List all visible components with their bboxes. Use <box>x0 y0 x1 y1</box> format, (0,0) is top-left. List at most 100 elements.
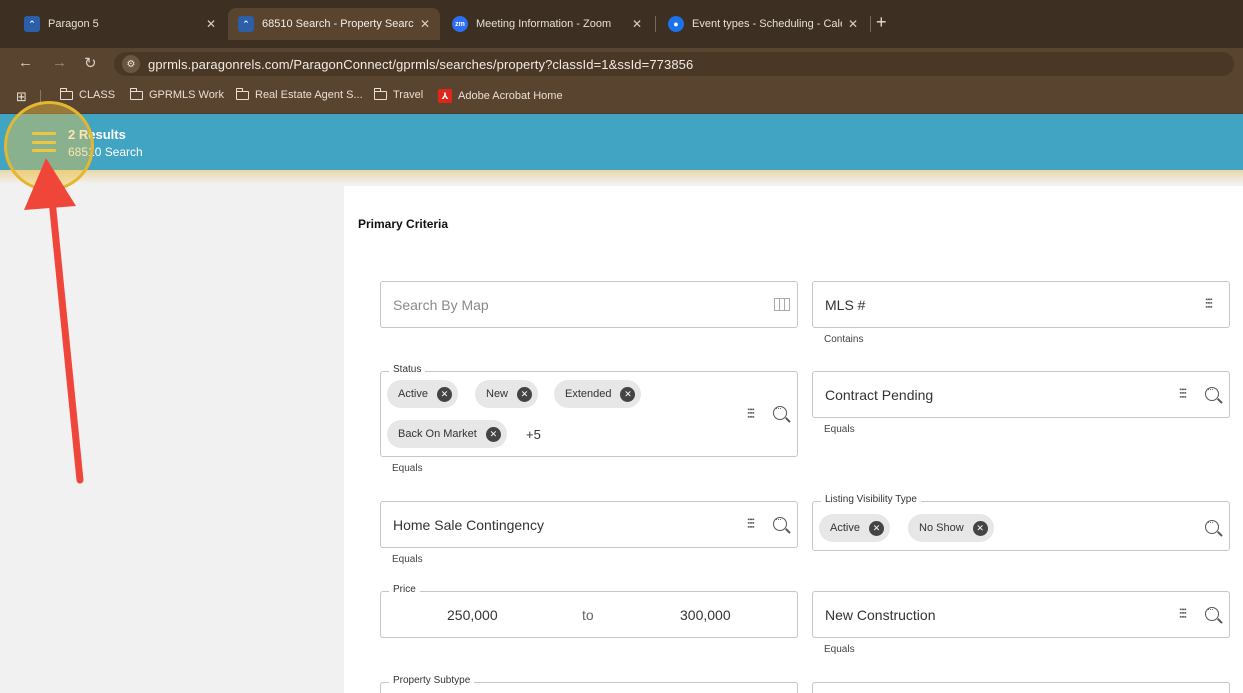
status-chip-active[interactable]: Active ✕ <box>387 380 458 408</box>
tab-title: Event types - Scheduling - Calen <box>692 18 842 30</box>
tab-zoom-meeting[interactable]: zm Meeting Information - Zoom ✕ <box>442 8 652 40</box>
status-chip-new[interactable]: New ✕ <box>475 380 539 408</box>
contract-pending-value: Contract Pending <box>825 387 934 403</box>
folder-icon <box>373 87 387 100</box>
close-icon[interactable]: ✕ <box>632 17 642 31</box>
tab-separator <box>655 16 656 32</box>
tab-separator <box>870 16 871 32</box>
chip-label: Active <box>830 522 860 534</box>
property-subtype-field[interactable]: Property Subtype <box>380 675 798 693</box>
search-by-map-field[interactable]: Search By Map <box>380 281 798 328</box>
url-field[interactable]: ⚙ gprmls.paragonrels.com/ParagonConnect/… <box>114 52 1234 76</box>
remove-chip-icon[interactable]: ✕ <box>485 426 501 442</box>
remove-chip-icon[interactable]: ✕ <box>620 386 636 402</box>
price-separator: to <box>582 607 594 623</box>
remove-chip-icon[interactable]: ✕ <box>517 386 533 402</box>
search-options-icon[interactable] <box>1205 384 1219 404</box>
bookmark-label: Real Estate Agent S... <box>255 89 363 101</box>
bookmark-label: Adobe Acrobat Home <box>458 90 563 102</box>
app-header: 2 Results 68510 Search <box>0 114 1243 174</box>
search-options-icon[interactable] <box>1205 604 1219 624</box>
back-arrow-icon[interactable]: ← <box>18 54 33 71</box>
home-sale-contingency-field[interactable]: Home Sale Contingency ⫶⫶⫶ <box>380 501 798 548</box>
search-criteria-panel: Primary Criteria Search By Map MLS # ⫶⫶⫶… <box>344 186 1243 693</box>
property-subtype-label: Property Subtype <box>389 675 475 686</box>
status-operator: Equals <box>392 463 423 474</box>
address-bar-row: ← → ↻ ⚙ gprmls.paragonrels.com/ParagonCo… <box>0 48 1243 80</box>
header-shadow <box>0 170 1243 184</box>
calendar-icon: ● <box>668 16 684 32</box>
zoom-icon: zm <box>452 16 468 32</box>
close-icon[interactable]: ✕ <box>420 17 430 31</box>
apps-grid-icon[interactable]: ⊞ <box>16 89 27 105</box>
reload-icon[interactable]: ↻ <box>84 54 97 72</box>
sliders-icon[interactable]: ⫶⫶⫶ <box>1205 296 1213 312</box>
price-range-field[interactable]: Price 250,000 to 300,000 <box>380 584 798 638</box>
paragon-icon: ⌃ <box>24 16 40 32</box>
chip-label: Back On Market <box>398 428 477 440</box>
tab-title: 68510 Search - Property Search <box>262 18 414 30</box>
status-more-count[interactable]: +5 <box>526 427 541 442</box>
bookmark-real-estate-agent[interactable]: Real Estate Agent S... <box>235 87 363 101</box>
bookmark-class[interactable]: CLASS <box>59 87 116 101</box>
sliders-icon[interactable]: ⫶⫶⫶ <box>747 406 755 422</box>
tab-event-types[interactable]: ● Event types - Scheduling - Calen ✕ <box>658 8 868 40</box>
forward-arrow-icon[interactable]: → <box>52 54 67 71</box>
tab-title: Paragon 5 <box>48 18 99 30</box>
visibility-chip-active[interactable]: Active ✕ <box>819 514 890 542</box>
url-text: gprmls.paragonrels.com/ParagonConnect/gp… <box>148 56 694 72</box>
mls-number-field[interactable]: MLS # ⫶⫶⫶ <box>812 281 1230 328</box>
bookmarks-bar: ⊞ CLASS GPRMLS Work Real Estate Agent S.… <box>0 80 1243 114</box>
chip-label: No Show <box>919 522 964 534</box>
mls-number-placeholder: MLS # <box>825 297 866 313</box>
bookmark-gprmls-work[interactable]: GPRMLS Work <box>129 87 224 101</box>
price-label: Price <box>389 584 420 595</box>
status-label: Status <box>389 364 426 375</box>
bookmark-label: CLASS <box>79 89 116 101</box>
search-options-icon[interactable] <box>773 514 787 534</box>
search-options-icon[interactable] <box>773 403 787 423</box>
sliders-icon[interactable]: ⫶⫶⫶ <box>1179 386 1187 402</box>
bookmark-label: GPRMLS Work <box>149 89 224 101</box>
folder-icon <box>129 87 143 100</box>
close-icon[interactable]: ✕ <box>848 17 858 31</box>
browser-tab-bar: ⌃ Paragon 5 ✕ ⌃ 68510 Search - Property … <box>0 0 1243 48</box>
status-chip-extended[interactable]: Extended ✕ <box>554 380 642 408</box>
tab-68510-search[interactable]: ⌃ 68510 Search - Property Search ✕ <box>228 8 440 40</box>
status-chip-back-on-market[interactable]: Back On Market ✕ <box>387 420 507 448</box>
section-title: Primary Criteria <box>358 217 449 231</box>
contract-pending-field[interactable]: Contract Pending ⫶⫶⫶ <box>812 371 1230 418</box>
new-construction-value: New Construction <box>825 607 936 623</box>
bookmark-adobe-acrobat[interactable]: ⅄ Adobe Acrobat Home <box>438 89 563 103</box>
remove-chip-icon[interactable]: ✕ <box>868 520 884 536</box>
site-settings-icon[interactable]: ⚙ <box>122 55 140 73</box>
mls-operator: Contains <box>824 334 864 345</box>
remove-chip-icon[interactable]: ✕ <box>436 386 452 402</box>
new-construction-operator: Equals <box>824 644 855 655</box>
sliders-icon[interactable]: ⫶⫶⫶ <box>747 516 755 532</box>
sliders-icon[interactable]: ⫶⫶⫶ <box>1179 606 1187 622</box>
listing-visibility-label: Listing Visibility Type <box>821 494 921 505</box>
acrobat-icon: ⅄ <box>438 89 452 103</box>
remove-chip-icon[interactable]: ✕ <box>972 520 988 536</box>
next-criteria-field[interactable] <box>812 682 1230 693</box>
price-max-input[interactable]: 300,000 <box>680 607 731 623</box>
search-options-icon[interactable] <box>1205 517 1219 537</box>
folder-icon <box>235 87 249 100</box>
bookmark-travel[interactable]: Travel <box>373 87 423 101</box>
highlight-circle-annotation <box>4 101 94 191</box>
contract-pending-operator: Equals <box>824 424 855 435</box>
paragon-icon: ⌃ <box>238 16 254 32</box>
visibility-chip-no-show[interactable]: No Show ✕ <box>908 514 994 542</box>
listing-visibility-field[interactable]: Listing Visibility Type Active ✕ No Show… <box>812 494 1230 551</box>
status-field[interactable]: Status Active ✕ New ✕ Extended ✕ Back On… <box>380 364 798 457</box>
chip-label: New <box>486 388 509 400</box>
tab-paragon-5[interactable]: ⌃ Paragon 5 ✕ <box>14 8 226 40</box>
new-construction-field[interactable]: New Construction ⫶⫶⫶ <box>812 591 1230 638</box>
chip-label: Extended <box>565 388 612 400</box>
new-tab-button[interactable]: + <box>876 12 887 33</box>
map-icon[interactable] <box>774 298 790 311</box>
price-min-input[interactable]: 250,000 <box>447 607 498 623</box>
search-by-map-placeholder: Search By Map <box>393 297 489 313</box>
close-icon[interactable]: ✕ <box>206 17 216 31</box>
